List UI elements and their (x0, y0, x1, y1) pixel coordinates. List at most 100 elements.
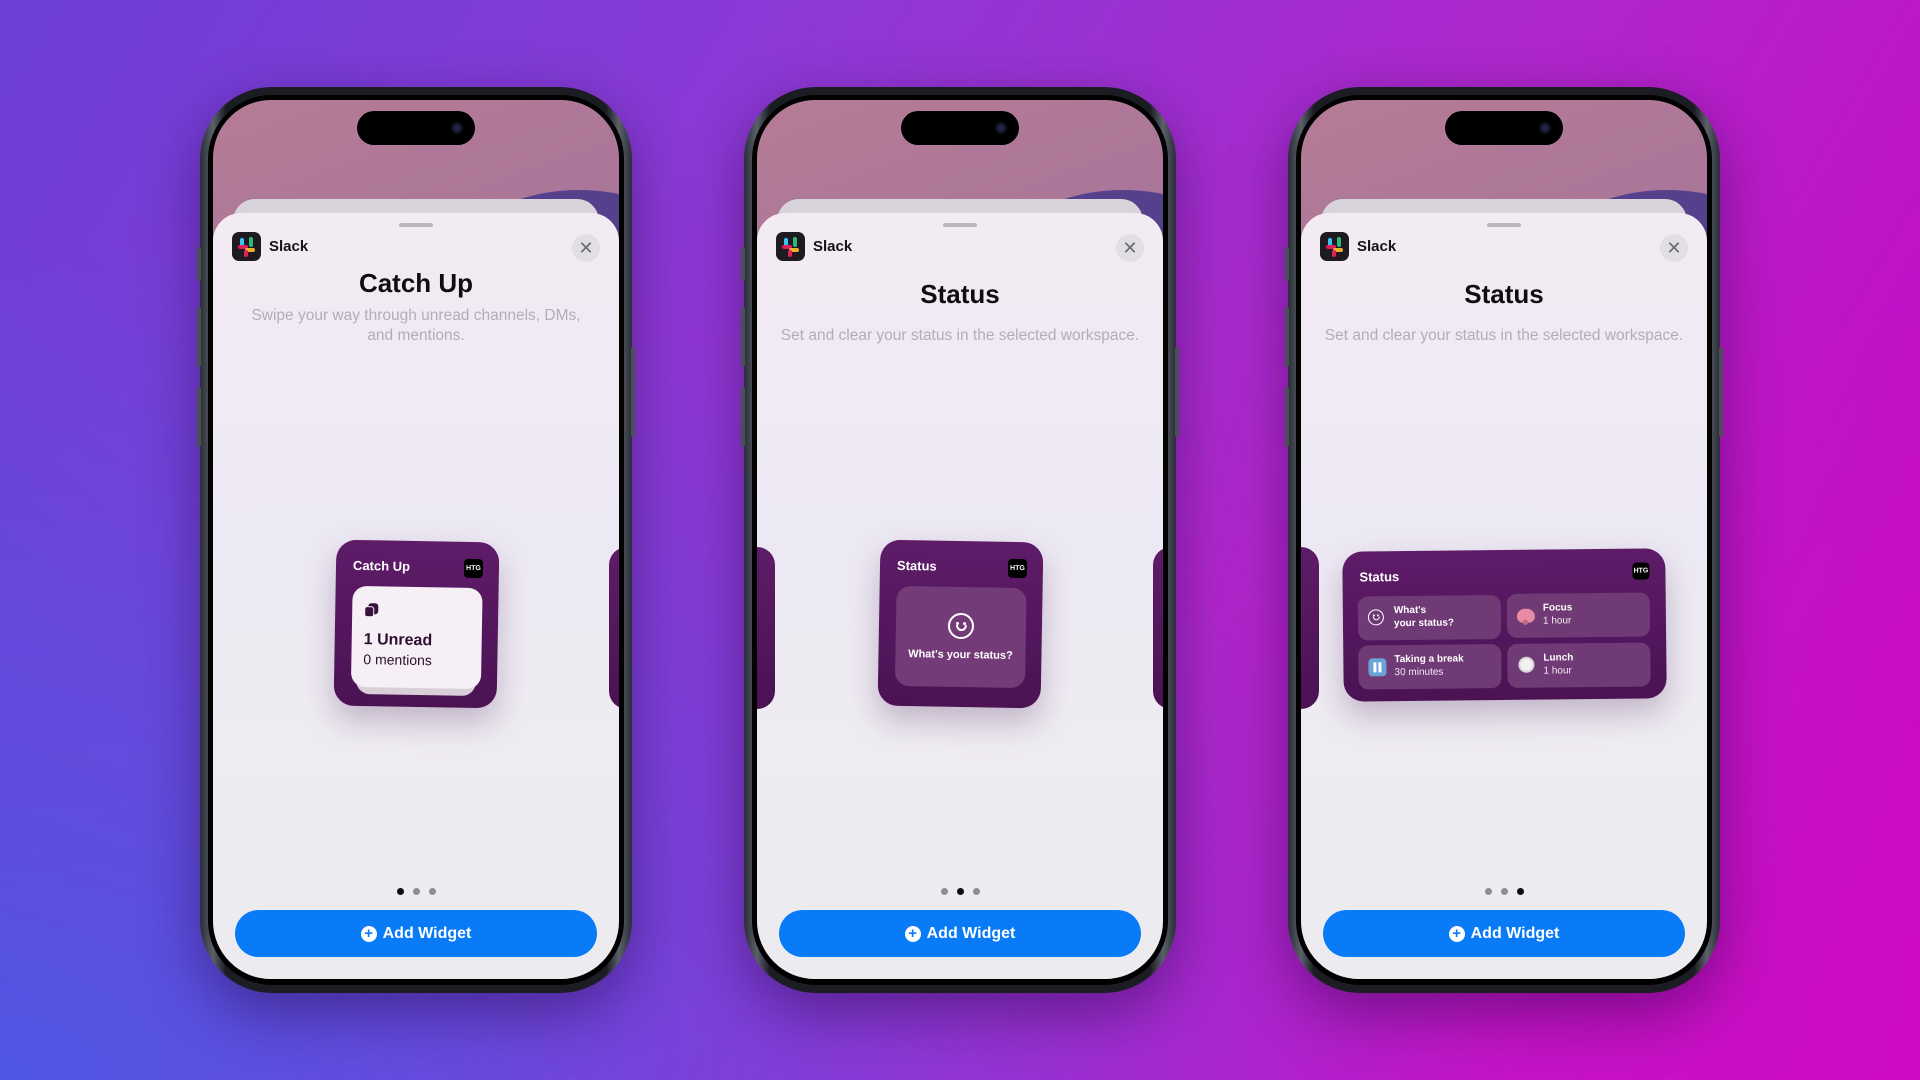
page-indicator (1301, 888, 1707, 895)
htg-badge: HTG (1632, 562, 1650, 580)
volume-up-button (741, 307, 745, 367)
status-tile-focus[interactable]: Focus 1 hour (1506, 592, 1651, 638)
widget-sheet: Slack ✕ Status Set and clear your status… (1301, 213, 1707, 979)
side-button (197, 247, 201, 281)
widget-title: Status (920, 279, 1000, 309)
brain-icon (1516, 608, 1535, 623)
status-tile-break[interactable]: Taking a break 30 minutes (1358, 644, 1502, 690)
stacked-cards-icon (364, 603, 379, 618)
add-widget-button[interactable]: + Add Widget (1323, 910, 1685, 957)
status-prompt: What's your status? (908, 648, 1013, 662)
status-medium-widget-preview[interactable]: Status HTG What's your status? Focus 1 h… (1342, 548, 1667, 702)
page-dot-3[interactable] (428, 888, 436, 895)
tile-line1: Focus (1542, 602, 1573, 614)
plus-circle-icon: + (360, 925, 377, 942)
app-header: Slack (1320, 232, 1396, 261)
widget-description: Swipe your way through unread channels, … (251, 307, 581, 344)
widget-description: Set and clear your status in the selecte… (1324, 327, 1684, 344)
volume-up-button (197, 307, 201, 367)
tile-line1: Lunch (1543, 652, 1574, 664)
pause-icon (1368, 658, 1387, 677)
phone-status-medium: Slack ✕ Status Set and clear your status… (1285, 87, 1723, 993)
plus-circle-icon: + (1448, 925, 1465, 942)
dynamic-island (357, 111, 475, 145)
tile-line2: your status? (1393, 617, 1455, 630)
app-header: Slack (776, 232, 852, 261)
plus-circle-icon: + (904, 925, 921, 942)
htg-badge: HTG (1007, 558, 1028, 579)
add-widget-button[interactable]: + Add Widget (235, 910, 597, 957)
add-widget-button[interactable]: + Add Widget (779, 910, 1141, 957)
unread-count: 1 Unread (363, 631, 433, 650)
phone-status-small: Slack ✕ Status Set and clear your status… (741, 87, 1179, 993)
sheet-grabber[interactable] (399, 223, 433, 227)
close-button[interactable]: ✕ (1116, 234, 1144, 262)
close-button[interactable]: ✕ (1660, 234, 1688, 262)
tile-line2: 30 minutes (1394, 666, 1444, 679)
screen: Slack ✕ Status Set and clear your status… (1301, 100, 1707, 979)
unread-card: 1 Unread 0 mentions (350, 585, 483, 690)
htg-badge: HTG (463, 558, 484, 579)
catch-up-widget-preview[interactable]: Catch Up HTG 1 Unread 0 mentions (333, 539, 500, 709)
mentions-count: 0 mentions (363, 651, 432, 669)
side-button (1285, 247, 1289, 281)
tile-line2: 1 hour (1543, 665, 1572, 677)
sheet-grabber[interactable] (943, 223, 977, 227)
power-button (631, 347, 635, 437)
dynamic-island (901, 111, 1019, 145)
camera-icon (451, 122, 463, 134)
previous-widget-peek[interactable] (757, 547, 775, 709)
phone-catch-up: Slack ✕ Catch Up Swipe your way through … (197, 87, 635, 993)
widget-preview-title: Status (1359, 569, 1400, 585)
tile-line2: 1 hour (1542, 615, 1572, 627)
page-dot-1[interactable] (396, 888, 404, 895)
screen: Slack ✕ Catch Up Swipe your way through … (213, 100, 619, 979)
volume-down-button (741, 387, 745, 447)
next-widget-peek[interactable] (1153, 547, 1163, 709)
page-indicator (213, 888, 619, 895)
widget-sheet: Slack ✕ Catch Up Swipe your way through … (213, 213, 619, 979)
close-button[interactable]: ✕ (572, 234, 600, 262)
dynamic-island (1445, 111, 1563, 145)
camera-icon (1539, 122, 1551, 134)
next-widget-peek[interactable] (609, 547, 619, 709)
app-name: Slack (813, 238, 853, 255)
volume-down-button (197, 387, 201, 447)
slack-logo-icon (1320, 232, 1349, 261)
plate-icon (1518, 656, 1535, 673)
status-small-widget-preview[interactable]: Status HTG What's your status? (877, 539, 1044, 709)
side-button (741, 247, 745, 281)
status-prompt-tile: What's your status? (894, 585, 1027, 689)
volume-up-button (1285, 307, 1289, 367)
page-dot-1[interactable] (940, 888, 948, 895)
volume-down-button (1285, 387, 1289, 447)
sheet-grabber[interactable] (1487, 223, 1521, 227)
widget-preview-title: Catch Up (352, 557, 411, 574)
widget-title: Status (1464, 279, 1544, 309)
previous-widget-peek[interactable] (1301, 547, 1319, 709)
page-dot-2[interactable] (412, 888, 420, 895)
app-name: Slack (269, 238, 309, 255)
page-dot-3[interactable] (972, 888, 980, 895)
widget-preview-title: Status (896, 557, 937, 574)
smiley-icon (1367, 609, 1384, 626)
page-indicator (757, 888, 1163, 895)
page-dot-1[interactable] (1484, 888, 1492, 895)
add-widget-label: Add Widget (926, 924, 1016, 942)
widget-description: Set and clear your status in the selecte… (780, 327, 1140, 344)
status-tile-custom[interactable]: What's your status? (1357, 595, 1502, 641)
widget-sheet: Slack ✕ Status Set and clear your status… (757, 213, 1163, 979)
slack-logo-icon (232, 232, 261, 261)
page-dot-3[interactable] (1516, 888, 1524, 895)
screen: Slack ✕ Status Set and clear your status… (757, 100, 1163, 979)
widget-title: Catch Up (358, 268, 474, 298)
status-tile-lunch[interactable]: Lunch 1 hour (1507, 642, 1651, 688)
app-header: Slack (232, 232, 308, 261)
tile-line1: What's (1393, 604, 1427, 617)
smiley-icon (947, 612, 975, 640)
page-dot-2[interactable] (1500, 888, 1508, 895)
add-widget-label: Add Widget (1470, 924, 1560, 942)
app-name: Slack (1357, 238, 1397, 255)
add-widget-label: Add Widget (382, 924, 472, 942)
page-dot-2[interactable] (956, 888, 964, 895)
